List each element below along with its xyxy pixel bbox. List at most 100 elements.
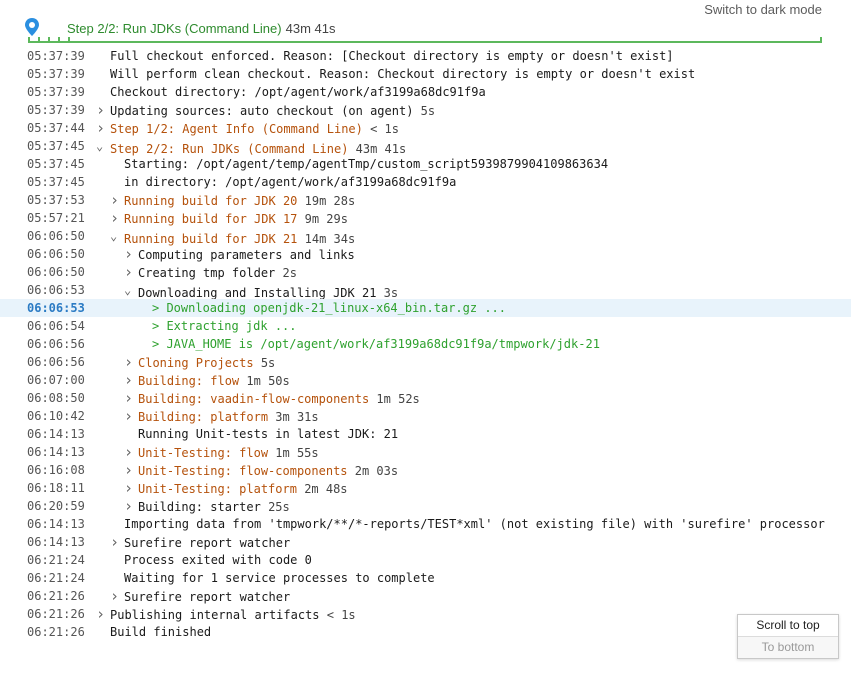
- log-line[interactable]: 05:37:53 › Running build for JDK 20 19m 28…: [0, 191, 851, 209]
- log-line[interactable]: 06:06:56 › Cloning Projects 5s: [0, 353, 851, 371]
- dark-mode-toggle[interactable]: Switch to dark mode: [704, 2, 822, 17]
- log-timestamp[interactable]: 06:14:13: [27, 425, 87, 443]
- collapse-chevron-icon[interactable]: ⌄: [96, 137, 110, 155]
- log-text: Build finished: [110, 625, 212, 639]
- log-line[interactable]: 06:14:13 › Surefire report watcher: [0, 533, 851, 551]
- log-line[interactable]: 06:20:59 › Building: starter 25s: [0, 497, 851, 515]
- log-timestamp[interactable]: 06:07:00: [27, 371, 87, 389]
- expand-chevron-icon[interactable]: ›: [124, 353, 138, 371]
- log-timestamp[interactable]: 06:06:56: [27, 353, 87, 371]
- expand-chevron-icon[interactable]: ›: [96, 605, 110, 623]
- log-line[interactable]: 05:37:39 Checkout directory: /opt/agent/w…: [0, 83, 851, 101]
- log-line[interactable]: 06:06:53 ⌄ Downloading and Installing JDK …: [0, 281, 851, 300]
- log-line[interactable]: 06:18:11 › Unit-Testing: platform 2m 48s: [0, 479, 851, 497]
- expand-chevron-icon[interactable]: ›: [124, 245, 138, 263]
- log-timestamp[interactable]: 06:21:24: [27, 551, 87, 569]
- expand-chevron-icon[interactable]: ›: [124, 443, 138, 461]
- expand-chevron-icon[interactable]: ›: [124, 407, 138, 425]
- log-timestamp[interactable]: 06:21:26: [27, 605, 87, 623]
- scroll-to-bottom-button[interactable]: To bottom: [738, 636, 838, 658]
- log-line[interactable]: 05:37:45 in directory: /opt/agent/work/af…: [0, 173, 851, 191]
- log-timestamp[interactable]: 05:37:45: [27, 173, 87, 191]
- log-line[interactable]: 06:06:50 › Creating tmp folder 2s: [0, 263, 851, 281]
- log-timestamp[interactable]: 06:14:13: [27, 533, 87, 551]
- log-timestamp[interactable]: 06:16:08: [27, 461, 87, 479]
- log-content: › Surefire report watcher: [96, 533, 851, 552]
- log-line[interactable]: 05:37:39 Will perform clean checkout. Rea…: [0, 65, 851, 83]
- expand-chevron-icon[interactable]: ›: [124, 389, 138, 407]
- log-line[interactable]: 05:37:44 › Step 1/2: Agent Info (Command L…: [0, 119, 851, 137]
- expand-chevron-icon[interactable]: ›: [124, 497, 138, 515]
- expand-chevron-icon[interactable]: ›: [124, 479, 138, 497]
- log-line[interactable]: 05:37:39 Full checkout enforced. Reason: …: [0, 47, 851, 65]
- log-line[interactable]: 06:14:13 Running Unit-tests in latest JDK…: [0, 425, 851, 443]
- log-timestamp[interactable]: 05:37:39: [27, 65, 87, 83]
- log-timestamp[interactable]: 06:06:53: [27, 281, 87, 299]
- log-timestamp[interactable]: 05:37:53: [27, 191, 87, 209]
- scroll-to-top-button[interactable]: Scroll to top: [738, 615, 838, 636]
- log-content: Running Unit-tests in latest JDK: 21: [96, 425, 851, 443]
- log-line[interactable]: 06:21:26 Build finished: [0, 623, 851, 641]
- log-line[interactable]: 06:06:56 > JAVA_HOME is /opt/agent/work/a…: [0, 335, 851, 353]
- log-line[interactable]: 06:06:50 › Computing parameters and links: [0, 245, 851, 263]
- log-timestamp[interactable]: 06:21:26: [27, 587, 87, 605]
- log-content: › Updating sources: auto checkout (on age…: [96, 101, 851, 120]
- log-timestamp[interactable]: 05:57:21: [27, 209, 87, 227]
- log-line[interactable]: 06:14:13 Importing data from 'tmpwork/**/…: [0, 515, 851, 533]
- log-line[interactable]: 06:06:53 > Downloading openjdk-21_linux-x…: [0, 299, 851, 317]
- expand-chevron-icon[interactable]: ›: [110, 587, 124, 605]
- log-timestamp[interactable]: 06:10:42: [27, 407, 87, 425]
- expand-chevron-icon[interactable]: ›: [124, 461, 138, 479]
- log-line[interactable]: 05:57:21 › Running build for JDK 17 9m 29s: [0, 209, 851, 227]
- log-line[interactable]: 06:14:13 › Unit-Testing: flow 1m 55s: [0, 443, 851, 461]
- log-text: Building: starter: [138, 500, 261, 514]
- log-timestamp[interactable]: 06:06:53: [27, 299, 87, 317]
- log-line[interactable]: 06:21:26 › Publishing internal artifacts <…: [0, 605, 851, 623]
- log-timestamp[interactable]: 06:06:56: [27, 335, 87, 353]
- current-step-title[interactable]: Step 2/2: Run JDKs (Command Line) 43m 41s: [67, 21, 335, 36]
- log-timestamp[interactable]: 06:20:59: [27, 497, 87, 515]
- log-line[interactable]: 06:21:24 Process exited with code 0: [0, 551, 851, 569]
- log-timestamp[interactable]: 06:21:24: [27, 569, 87, 587]
- step-timeline-bar[interactable]: [28, 37, 822, 43]
- log-line[interactable]: 06:21:26 › Surefire report watcher: [0, 587, 851, 605]
- log-line[interactable]: 06:07:00 › Building: flow 1m 50s: [0, 371, 851, 389]
- log-timestamp[interactable]: 05:37:45: [27, 137, 87, 155]
- collapse-chevron-icon[interactable]: ⌄: [110, 227, 124, 245]
- log-line[interactable]: 06:06:54 > Extracting jdk ...: [0, 317, 851, 335]
- log-text: in directory: /opt/agent/work/af3199a68d…: [124, 175, 457, 189]
- log-timestamp[interactable]: 06:21:26: [27, 623, 87, 641]
- log-text: Running build for JDK 17: [124, 212, 298, 226]
- log-timestamp[interactable]: 06:06:50: [27, 263, 87, 281]
- log-timestamp[interactable]: 05:37:39: [27, 101, 87, 119]
- log-timestamp[interactable]: 06:14:13: [27, 515, 87, 533]
- log-line[interactable]: 06:08:50 › Building: vaadin-flow-component…: [0, 389, 851, 407]
- log-timestamp[interactable]: 05:37:44: [27, 119, 87, 137]
- log-timestamp[interactable]: 05:37:45: [27, 155, 87, 173]
- log-line[interactable]: 05:37:39 › Updating sources: auto checkout…: [0, 101, 851, 119]
- expand-chevron-icon[interactable]: ›: [96, 101, 110, 119]
- log-timestamp[interactable]: 06:14:13: [27, 443, 87, 461]
- log-timestamp[interactable]: 06:06:50: [27, 227, 87, 245]
- log-duration: 5s: [420, 104, 436, 118]
- log-timestamp[interactable]: 06:08:50: [27, 389, 87, 407]
- log-line[interactable]: 06:21:24 Waiting for 1 service processes …: [0, 569, 851, 587]
- expand-chevron-icon[interactable]: ›: [124, 371, 138, 389]
- log-timestamp[interactable]: 06:06:50: [27, 245, 87, 263]
- expand-chevron-icon[interactable]: ›: [110, 209, 124, 227]
- expand-chevron-icon[interactable]: ›: [96, 119, 110, 137]
- log-line[interactable]: 06:06:50 ⌄ Running build for JDK 21 14m 34…: [0, 227, 851, 246]
- log-line[interactable]: 05:37:45 ⌄ Step 2/2: Run JDKs (Command Lin…: [0, 137, 851, 156]
- location-pin-icon[interactable]: [25, 18, 39, 36]
- log-timestamp[interactable]: 05:37:39: [27, 83, 87, 101]
- expand-chevron-icon[interactable]: ›: [110, 191, 124, 209]
- expand-chevron-icon[interactable]: ›: [124, 263, 138, 281]
- log-timestamp[interactable]: 06:18:11: [27, 479, 87, 497]
- log-line[interactable]: 06:16:08 › Unit-Testing: flow-components 2…: [0, 461, 851, 479]
- collapse-chevron-icon[interactable]: ⌄: [124, 281, 138, 299]
- expand-chevron-icon[interactable]: ›: [110, 533, 124, 551]
- log-line[interactable]: 06:10:42 › Building: platform 3m 31s: [0, 407, 851, 425]
- log-timestamp[interactable]: 05:37:39: [27, 47, 87, 65]
- log-line[interactable]: 05:37:45 Starting: /opt/agent/temp/agentT…: [0, 155, 851, 173]
- log-timestamp[interactable]: 06:06:54: [27, 317, 87, 335]
